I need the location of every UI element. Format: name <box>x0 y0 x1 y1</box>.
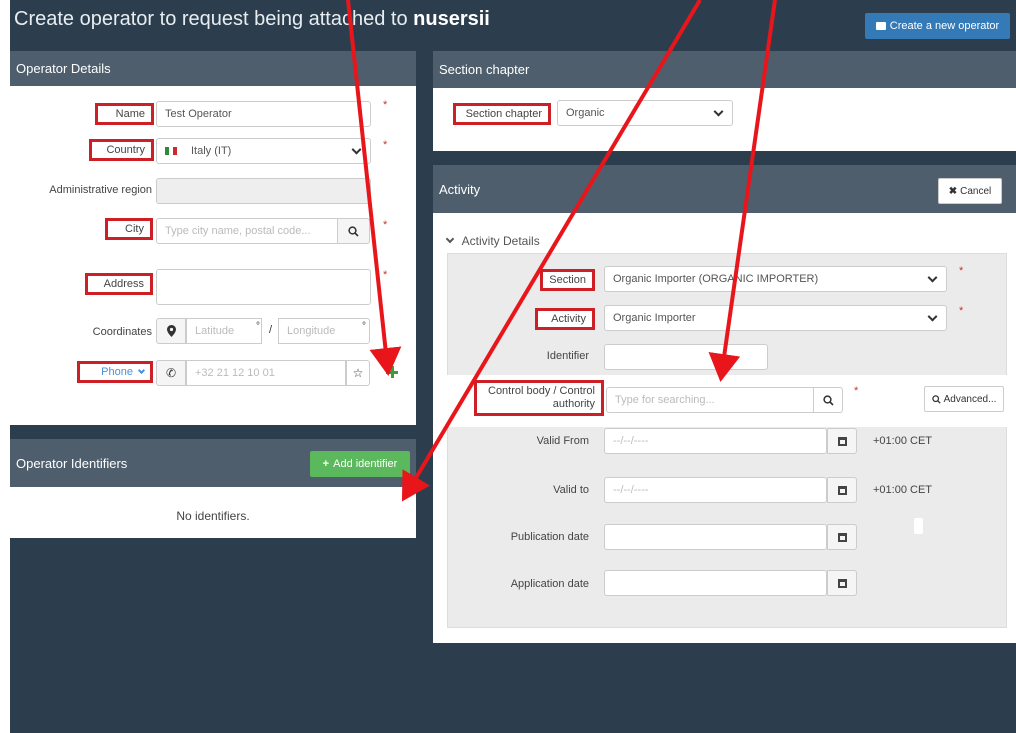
section-required-mark: * <box>959 265 964 277</box>
longitude-input[interactable]: Longitude <box>278 318 370 344</box>
country-select[interactable]: Italy (IT) <box>156 138 371 164</box>
operator-identifiers-title: Operator Identifiers <box>16 455 128 471</box>
section-chapter-header: Section chapter <box>433 51 1016 88</box>
italy-flag-icon <box>165 147 177 155</box>
valid-from-timezone: +01:00 CET <box>873 435 933 447</box>
publication-date-input[interactable] <box>604 524 827 550</box>
phone-type-dropdown[interactable]: Phone <box>77 361 153 383</box>
advanced-search-button[interactable]: Advanced... <box>924 386 1004 412</box>
section-chapter-label: Section chapter <box>453 103 551 125</box>
city-required-mark: * <box>383 219 388 231</box>
city-search-button[interactable] <box>337 218 370 244</box>
add-identifier-button[interactable]: + Add identifier <box>310 451 410 477</box>
name-label: Name <box>95 103 154 125</box>
chevron-down-icon <box>445 234 455 244</box>
phone-icon: ✆ <box>165 366 177 380</box>
calendar-icon <box>837 436 847 446</box>
no-identifiers-text: No identifiers. <box>176 509 250 523</box>
section-select[interactable]: Organic Importer (ORGANIC IMPORTER) <box>604 266 947 292</box>
city-input[interactable]: Type city name, postal code... <box>156 218 346 244</box>
publication-calendar-button[interactable] <box>827 524 857 550</box>
city-label: City <box>105 218 153 240</box>
identifier-label: Identifier <box>546 350 589 362</box>
favorite-phone-button[interactable]: ☆ <box>346 360 370 386</box>
activity-required-mark: * <box>959 305 964 317</box>
publication-date-label: Publication date <box>510 531 589 543</box>
address-label: Address <box>85 273 153 295</box>
valid-to-calendar-button[interactable] <box>827 477 857 503</box>
control-body-search-button[interactable] <box>813 387 843 413</box>
search-icon <box>931 394 941 404</box>
add-phone-button[interactable] <box>386 366 398 378</box>
create-operator-button[interactable]: Create a new operator <box>865 13 1010 39</box>
name-input[interactable]: Test Operator <box>156 101 371 127</box>
name-required-mark: * <box>383 99 388 111</box>
coordinates-pin-button[interactable] <box>156 318 186 344</box>
chevron-down-icon <box>713 106 724 117</box>
valid-from-input[interactable]: --/--/---- <box>604 428 827 454</box>
control-body-label: Control body / Control authority <box>474 380 604 416</box>
country-label: Country <box>89 139 154 161</box>
operator-details-header: Operator Details <box>10 51 416 86</box>
section-chapter-panel: Section chapter Section chapter Organic <box>433 51 1016 151</box>
valid-to-label: Valid to <box>553 484 589 496</box>
phone-input[interactable]: +32 21 12 10 01 <box>186 360 346 386</box>
create-operator-label: Create a new operator <box>889 20 1000 32</box>
close-icon: ✖ <box>948 185 958 197</box>
page-title: Create operator to request being attache… <box>14 8 490 31</box>
section-label: Section <box>540 269 595 291</box>
address-required-mark: * <box>383 269 388 281</box>
activity-header: Activity <box>433 165 1016 213</box>
map-marker-icon <box>166 325 176 337</box>
longitude-degree: ° <box>362 321 366 332</box>
identifier-input[interactable] <box>604 344 768 370</box>
section-chapter-select[interactable]: Organic <box>557 100 733 126</box>
admin-region-input[interactable] <box>156 178 371 204</box>
user-card-icon <box>875 22 886 30</box>
cancel-button[interactable]: ✖ Cancel <box>938 178 1002 204</box>
application-date-input[interactable] <box>604 570 827 596</box>
control-body-input[interactable]: Type for searching... <box>606 387 817 413</box>
application-date-label: Application date <box>510 578 589 590</box>
activity-panel: Activity ✖ Cancel Activity Details Secti… <box>433 165 1016 643</box>
section-chapter-title: Section chapter <box>439 62 530 77</box>
chevron-down-icon <box>351 144 362 155</box>
country-required-mark: * <box>383 139 388 151</box>
page-title-entity: nusersii <box>413 8 490 30</box>
application-calendar-button[interactable] <box>827 570 857 596</box>
activity-title: Activity <box>439 181 481 197</box>
activity-details-toggle[interactable]: Activity Details <box>445 234 540 248</box>
calendar-icon <box>837 578 847 588</box>
valid-from-label: Valid From <box>536 435 589 447</box>
activity-select[interactable]: Organic Importer <box>604 305 947 331</box>
phone-icon-addon: ✆ <box>156 360 186 386</box>
search-icon <box>348 225 359 237</box>
chevron-down-icon <box>927 272 938 283</box>
chevron-down-icon <box>137 366 146 375</box>
valid-to-input[interactable]: --/--/---- <box>604 477 827 503</box>
publication-checkbox[interactable] <box>914 518 923 534</box>
admin-region-label: Administrative region <box>49 184 152 196</box>
plus-icon: + <box>322 458 330 470</box>
operator-details-title: Operator Details <box>16 61 111 76</box>
latitude-degree: ° <box>256 321 260 332</box>
star-icon: ☆ <box>352 366 364 380</box>
address-input[interactable] <box>156 269 371 305</box>
chevron-down-icon <box>927 311 938 322</box>
activity-label: Activity <box>535 308 595 330</box>
calendar-icon <box>837 485 847 495</box>
valid-from-calendar-button[interactable] <box>827 428 857 454</box>
control-body-required-mark: * <box>854 385 859 397</box>
operator-details-panel: Operator Details Name Test Operator * Co… <box>10 51 416 425</box>
search-icon <box>822 394 834 406</box>
calendar-icon <box>837 532 847 542</box>
app-window: Create operator to request being attache… <box>10 0 1016 733</box>
coordinate-separator: / <box>269 324 273 336</box>
valid-to-timezone: +01:00 CET <box>873 484 933 496</box>
operator-identifiers-panel: Operator Identifiers + Add identifier No… <box>10 439 416 538</box>
latitude-input[interactable]: Latitude <box>186 318 262 344</box>
coordinates-label: Coordinates <box>92 326 152 338</box>
page-title-prefix: Create operator to request being attache… <box>14 8 408 30</box>
